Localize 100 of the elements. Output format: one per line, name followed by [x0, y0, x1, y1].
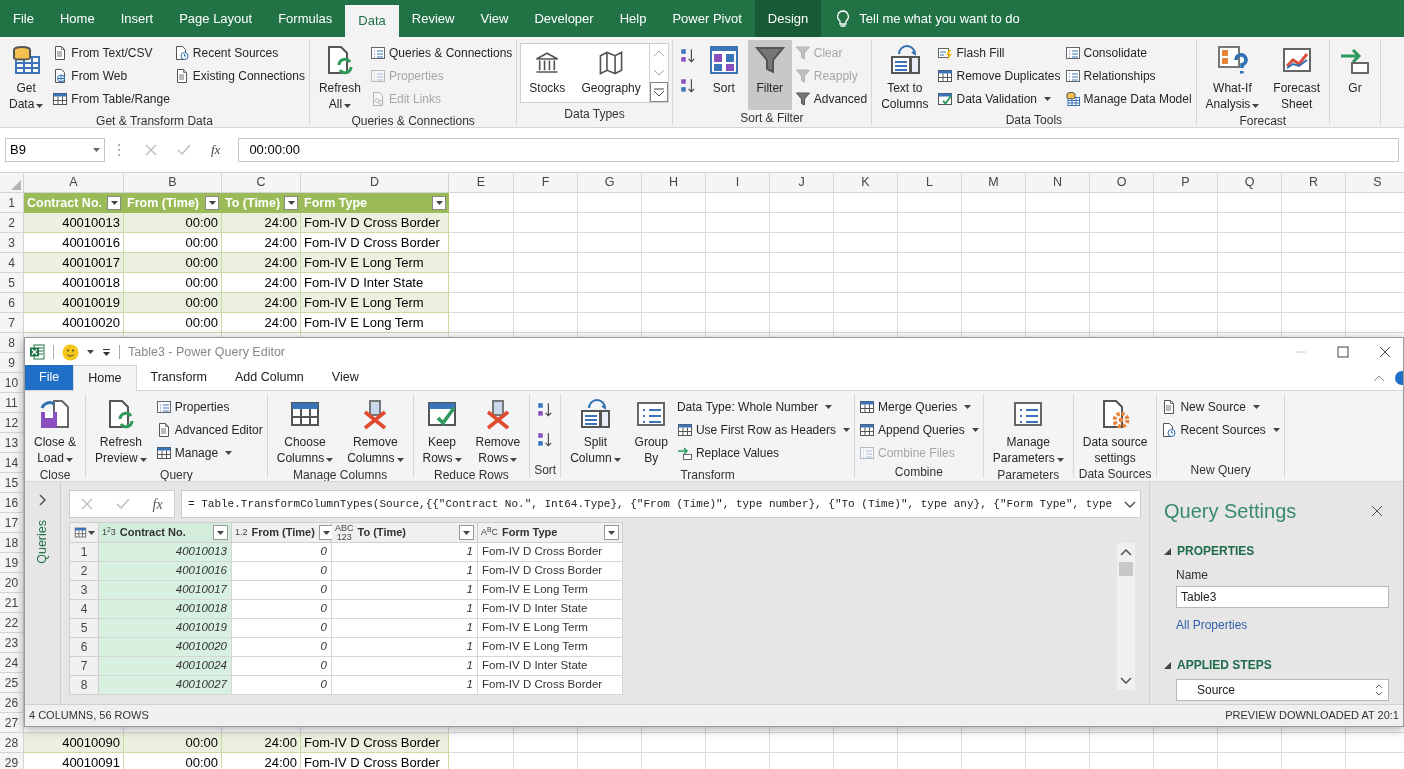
column-header[interactable]: A$^{B}$C Form Type: [478, 522, 623, 543]
ribbon-button[interactable]: Relationships: [1063, 64, 1193, 87]
ribbon-button[interactable]: Data Validation: [936, 87, 1062, 110]
all-properties-link[interactable]: All Properties: [1176, 616, 1389, 634]
chevron-up-icon[interactable]: [1120, 549, 1132, 556]
ribbon-button[interactable]: Get Data: [3, 40, 50, 113]
data-type-label[interactable]: ABC 123: [335, 523, 354, 542]
customize-icon[interactable]: [102, 347, 111, 357]
data-type-label[interactable]: 1$^{2}$3: [102, 528, 116, 537]
column-header[interactable]: 1.2 From (Time): [232, 522, 332, 543]
filter-dropdown-button[interactable]: [604, 525, 619, 540]
gallery-item[interactable]: Stocks: [521, 44, 574, 102]
ribbon-button[interactable]: Filter: [747, 40, 792, 110]
scrollbar[interactable]: [1117, 543, 1135, 690]
ribbon-button[interactable]: Use First Row as Headers: [675, 418, 851, 441]
ribbon-button[interactable]: Data Type: Whole Number: [675, 395, 851, 418]
filter-dropdown-button[interactable]: [107, 196, 121, 210]
ribbon-tab[interactable]: Power Pivot: [659, 0, 755, 37]
ribbon-tab[interactable]: Transform: [136, 365, 221, 390]
filter-dropdown-button[interactable]: [459, 525, 474, 540]
ribbon-tab[interactable]: View: [317, 365, 373, 390]
close-icon[interactable]: [1379, 346, 1391, 358]
ribbon-button[interactable]: Advanced Editor: [154, 418, 264, 441]
ribbon-tab[interactable]: File: [25, 365, 74, 390]
ribbon-button[interactable]: Queries & Connections: [368, 41, 514, 64]
ribbon-button[interactable]: Remove Columns: [341, 394, 410, 467]
filter-dropdown-button[interactable]: [284, 196, 298, 210]
gallery-item[interactable]: Geography: [573, 44, 649, 102]
ribbon-tab[interactable]: Formulas: [265, 0, 346, 37]
ribbon-button[interactable]: Sort: [701, 40, 746, 110]
chevron-down-icon[interactable]: [1124, 500, 1136, 508]
ribbon-button[interactable]: New Source: [1160, 395, 1281, 418]
ribbon-button[interactable]: What-If Analysis: [1199, 40, 1266, 113]
ribbon-tab[interactable]: File: [0, 0, 47, 37]
filter-dropdown-button[interactable]: [432, 196, 446, 210]
ribbon-button[interactable]: Choose Columns: [270, 394, 340, 467]
ribbon-button[interactable]: Remove Duplicates: [936, 64, 1062, 87]
chevron-down-icon[interactable]: [1120, 677, 1132, 684]
insert-function-button[interactable]: fx: [152, 493, 163, 515]
column-header[interactable]: 1$^{2}$3 Contract No.: [99, 522, 232, 543]
ribbon-button[interactable]: From Text/CSV: [51, 41, 171, 64]
ribbon-tab[interactable]: Data: [345, 5, 399, 37]
ribbon-tab[interactable]: Home: [46, 0, 108, 37]
ribbon-button[interactable]: Close & Load: [28, 394, 83, 467]
ribbon-button[interactable]: Properties: [154, 395, 264, 418]
ribbon-button[interactable]: Existing Connections: [172, 64, 306, 87]
ribbon-button[interactable]: Manage: [154, 441, 264, 464]
ribbon-tab[interactable]: Page Layout: [166, 0, 266, 37]
ribbon-button[interactable]: Merge Queries: [857, 395, 980, 418]
ribbon-button[interactable]: Flash Fill: [936, 41, 1062, 64]
ribbon-tab[interactable]: Add Column: [221, 365, 318, 390]
ribbon-button[interactable]: Text to Columns: [875, 40, 935, 112]
spinner-icon[interactable]: [1375, 683, 1383, 697]
ribbon-button[interactable]: Remove Rows: [469, 394, 527, 467]
ribbon-button[interactable]: Consolidate: [1063, 41, 1193, 64]
data-type-label[interactable]: 1.2: [235, 528, 248, 537]
ribbon-button[interactable]: From Table/Range: [51, 87, 171, 110]
tell-me-search[interactable]: Tell me what you want to do: [859, 8, 1020, 29]
name-box[interactable]: B9: [5, 138, 105, 162]
ribbon-tab[interactable]: Design: [754, 0, 822, 37]
ribbon-button[interactable]: Group By: [628, 394, 674, 467]
ribbon-tab[interactable]: Insert: [107, 0, 167, 37]
ribbon-button[interactable]: Refresh All: [312, 40, 367, 113]
ribbon-tab[interactable]: Developer: [521, 0, 607, 37]
collapse-triangle-icon[interactable]: [1164, 661, 1171, 669]
scrollbar-thumb[interactable]: [1119, 562, 1133, 576]
ribbon-button[interactable]: Keep Rows: [416, 394, 468, 467]
ribbon-button[interactable]: From Web: [51, 64, 171, 87]
data-type-label[interactable]: A$^{B}$C: [481, 528, 499, 537]
gallery-more-button[interactable]: [649, 82, 668, 102]
ribbon-button[interactable]: Recent Sources: [172, 41, 306, 64]
ribbon-button[interactable]: Append Queries: [857, 418, 980, 441]
ribbon-button[interactable]: Recent Sources: [1160, 418, 1281, 441]
ribbon-button[interactable]: Manage Data Model: [1063, 87, 1193, 110]
collapse-ribbon-icon[interactable]: [1373, 375, 1385, 382]
ribbon-button[interactable]: Refresh Preview: [89, 394, 153, 467]
ribbon-button[interactable]: Replace Values: [675, 441, 851, 464]
filter-dropdown-button[interactable]: [205, 196, 219, 210]
close-icon[interactable]: [1371, 505, 1383, 517]
queries-pane-toggle[interactable]: Queries: [33, 520, 52, 564]
ribbon-button[interactable]: Forecast Sheet: [1267, 40, 1326, 113]
ribbon-button[interactable]: Data source settings: [1076, 394, 1154, 466]
ribbon-tab[interactable]: Help: [606, 0, 660, 37]
filter-dropdown-button[interactable]: [213, 525, 228, 540]
ribbon-button[interactable]: Gr: [1333, 40, 1377, 124]
name-field[interactable]: Table3: [1176, 586, 1389, 608]
smiley-icon[interactable]: [62, 343, 79, 361]
insert-function-button[interactable]: fx: [211, 140, 221, 160]
collapse-triangle-icon[interactable]: [1164, 547, 1171, 555]
ribbon-tab[interactable]: View: [467, 0, 522, 37]
help-icon[interactable]: [1395, 371, 1403, 385]
formula-field[interactable]: 00:00:00: [238, 138, 1399, 162]
ribbon-tab[interactable]: Home: [73, 365, 137, 391]
ribbon-tab[interactable]: Review: [398, 0, 468, 37]
maximize-icon[interactable]: [1337, 346, 1349, 358]
ribbon-button[interactable]: Split Column: [564, 394, 627, 467]
formula-field[interactable]: = Table.TransformColumnTypes(Source,{{"Contract No.", Int64.Type}, {"From (Time)", type number}, {"To (Time)", type any}, {"Form Type", type: [181, 490, 1141, 518]
table-menu-button[interactable]: [69, 522, 99, 543]
ribbon-button[interactable]: Manage Parameters: [986, 394, 1070, 467]
expand-icon[interactable]: [38, 494, 47, 506]
